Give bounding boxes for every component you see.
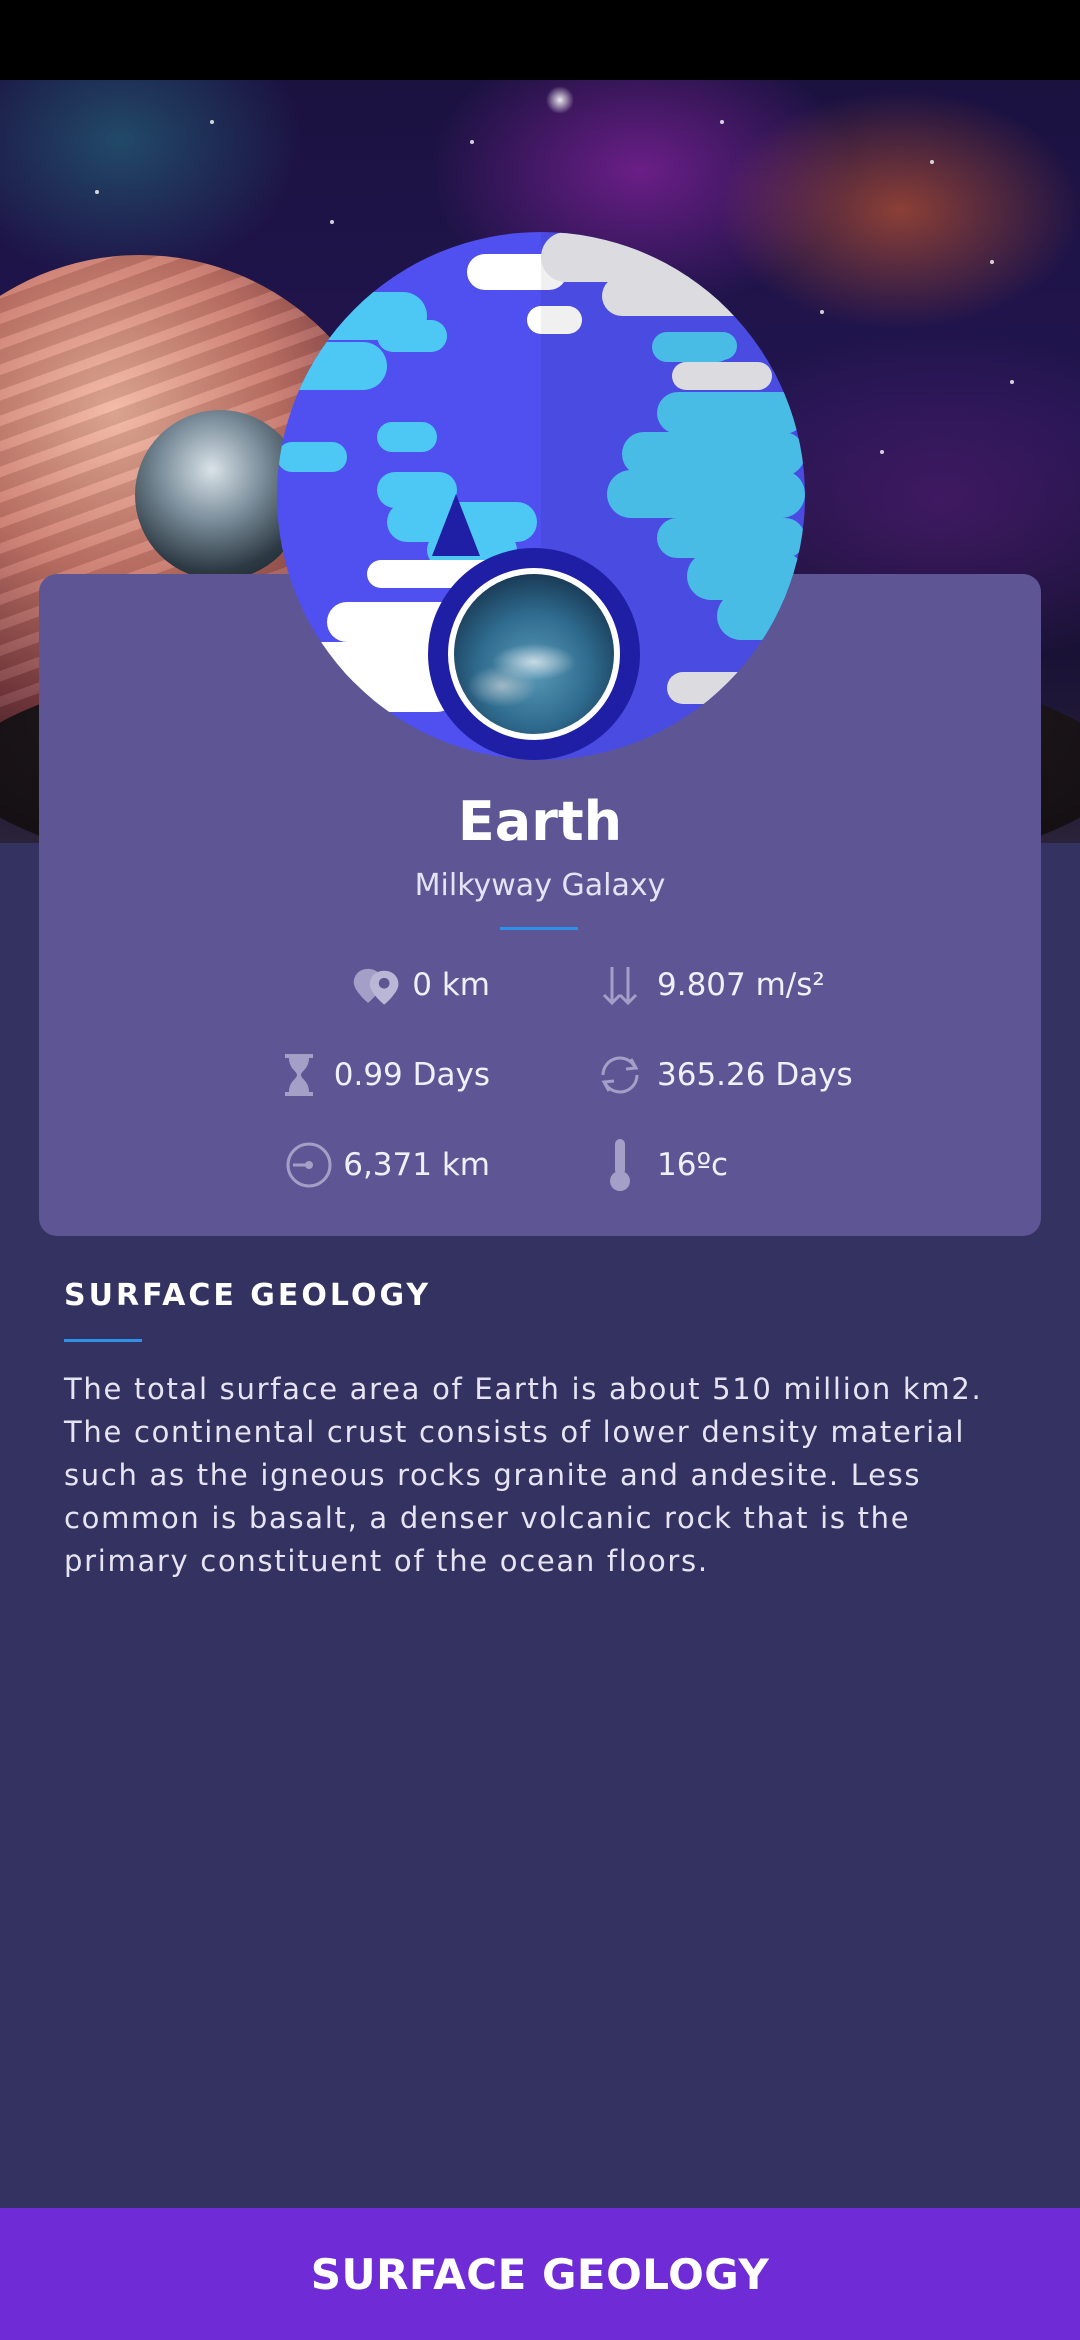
- galaxy-name: Milkyway Galaxy: [414, 868, 666, 903]
- stat-distance-value: 0 km: [412, 967, 490, 1003]
- location-pins-icon: [352, 960, 402, 1010]
- planet-name: Earth: [457, 790, 623, 853]
- stat-radius-value: 6,371 km: [343, 1147, 490, 1183]
- orbit-arrows-icon: [595, 1050, 645, 1100]
- location-pin-pointer: [432, 494, 480, 556]
- thermometer-icon: [595, 1139, 645, 1191]
- stat-gravity-value: 9.807 m/s²: [657, 967, 825, 1003]
- stat-day-length-value: 0.99 Days: [333, 1057, 490, 1093]
- earth-satellite-photo: [448, 568, 620, 740]
- status-bar: [0, 0, 1080, 80]
- stat-temperature: 16ºc: [595, 1139, 795, 1191]
- hourglass-icon: [274, 1050, 324, 1100]
- stat-day-length: 0.99 Days: [270, 1050, 490, 1100]
- section-divider: [64, 1339, 142, 1342]
- radius-circle-icon: [285, 1140, 333, 1190]
- section-body-text: The total surface area of Earth is about…: [64, 1372, 983, 1578]
- stat-radius: 6,371 km: [286, 1140, 490, 1190]
- arrows-down-up-icon: [595, 960, 645, 1010]
- surface-geology-button[interactable]: SURFACE GEOLOGY: [0, 2208, 1080, 2340]
- stat-gravity: 9.807 m/s²: [595, 960, 915, 1010]
- stat-orbital-period: 365.26 Days: [595, 1050, 925, 1100]
- section-heading: SURFACE GEOLOGY: [64, 1278, 432, 1313]
- stat-orbital-period-value: 365.26 Days: [657, 1057, 853, 1093]
- stat-distance: 0 km: [300, 960, 490, 1010]
- stat-temperature-value: 16ºc: [657, 1147, 729, 1183]
- title-divider: [500, 927, 578, 930]
